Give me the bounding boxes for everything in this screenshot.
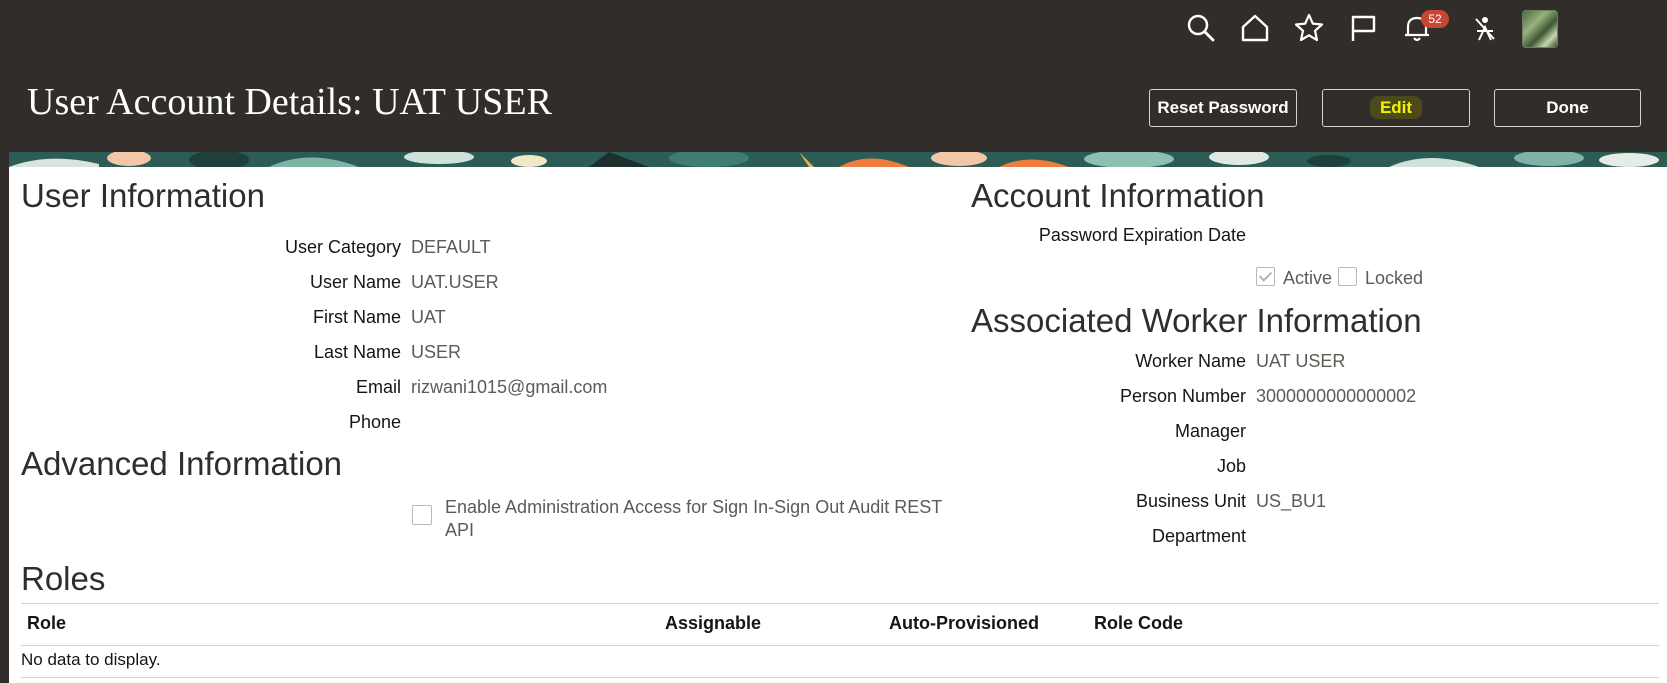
roles-table-bottom-border <box>21 677 1659 678</box>
notification-count-badge: 52 <box>1421 10 1449 28</box>
column-header-assignable[interactable]: Assignable <box>665 613 761 634</box>
column-header-auto-provisioned[interactable]: Auto-Provisioned <box>889 613 1039 634</box>
active-checkbox[interactable] <box>1256 267 1275 286</box>
page-title: User Account Details: UAT USER <box>27 81 552 123</box>
edit-button-label: Edit <box>1369 96 1423 119</box>
global-header: 52 User Account Details: UAT USER Reset … <box>0 0 1667 152</box>
locked-label: Locked <box>1365 268 1424 288</box>
email-value: rizwani1015@gmail.com <box>411 377 608 397</box>
last-name-value: USER <box>411 342 462 362</box>
last-name-label: Last Name <box>313 342 401 362</box>
roles-table-header-border <box>21 645 1659 646</box>
manager-label: Manager <box>1174 421 1246 441</box>
associated-worker-heading: Associated Worker Information <box>971 302 1422 339</box>
decorative-banner <box>9 152 1667 167</box>
advanced-information-heading: Advanced Information <box>21 445 343 482</box>
star-icon[interactable] <box>1289 8 1329 48</box>
job-label: Job <box>1216 456 1246 476</box>
department-label: Department <box>1151 526 1246 546</box>
password-expiration-label: Password Expiration Date <box>1038 225 1246 245</box>
bell-icon[interactable]: 52 <box>1397 8 1449 48</box>
accessibility-off-icon[interactable] <box>1465 8 1505 48</box>
left-edge-bar <box>0 152 9 683</box>
user-category-label: User Category <box>284 237 401 257</box>
reset-password-button[interactable]: Reset Password <box>1149 89 1297 127</box>
first-name-value: UAT <box>411 307 446 327</box>
business-unit-label: Business Unit <box>1135 491 1246 511</box>
worker-name-value: UAT USER <box>1256 351 1346 371</box>
user-name-value: UAT.USER <box>411 272 499 292</box>
home-icon[interactable] <box>1235 8 1275 48</box>
avatar[interactable] <box>1522 10 1558 48</box>
column-header-role[interactable]: Role <box>27 613 66 634</box>
first-name-label: First Name <box>312 307 401 327</box>
user-information-heading: User Information <box>21 177 265 214</box>
done-button[interactable]: Done <box>1494 89 1641 127</box>
person-number-value: 3000000000000002 <box>1256 386 1417 406</box>
roles-heading: Roles <box>21 560 106 597</box>
flag-icon[interactable] <box>1343 8 1383 48</box>
person-number-label: Person Number <box>1119 386 1246 406</box>
user-name-label: User Name <box>309 272 401 292</box>
account-information-heading: Account Information <box>971 177 1265 214</box>
search-icon[interactable] <box>1181 8 1221 48</box>
edit-button[interactable]: Edit <box>1322 89 1470 127</box>
user-category-value: DEFAULT <box>411 237 491 257</box>
roles-empty-message: No data to display. <box>21 650 161 669</box>
email-label: Email <box>355 377 401 397</box>
enable-admin-access-label-line2: API <box>445 520 475 540</box>
column-header-role-code[interactable]: Role Code <box>1094 613 1183 634</box>
enable-admin-access-checkbox[interactable] <box>412 505 432 525</box>
locked-checkbox[interactable] <box>1338 267 1357 286</box>
business-unit-value: US_BU1 <box>1256 491 1327 511</box>
phone-label: Phone <box>348 412 401 432</box>
roles-table-top-border <box>21 603 1659 604</box>
active-label: Active <box>1283 268 1333 288</box>
enable-admin-access-label-line1: Enable Administration Access for Sign In… <box>445 497 943 517</box>
worker-name-label: Worker Name <box>1135 351 1246 371</box>
